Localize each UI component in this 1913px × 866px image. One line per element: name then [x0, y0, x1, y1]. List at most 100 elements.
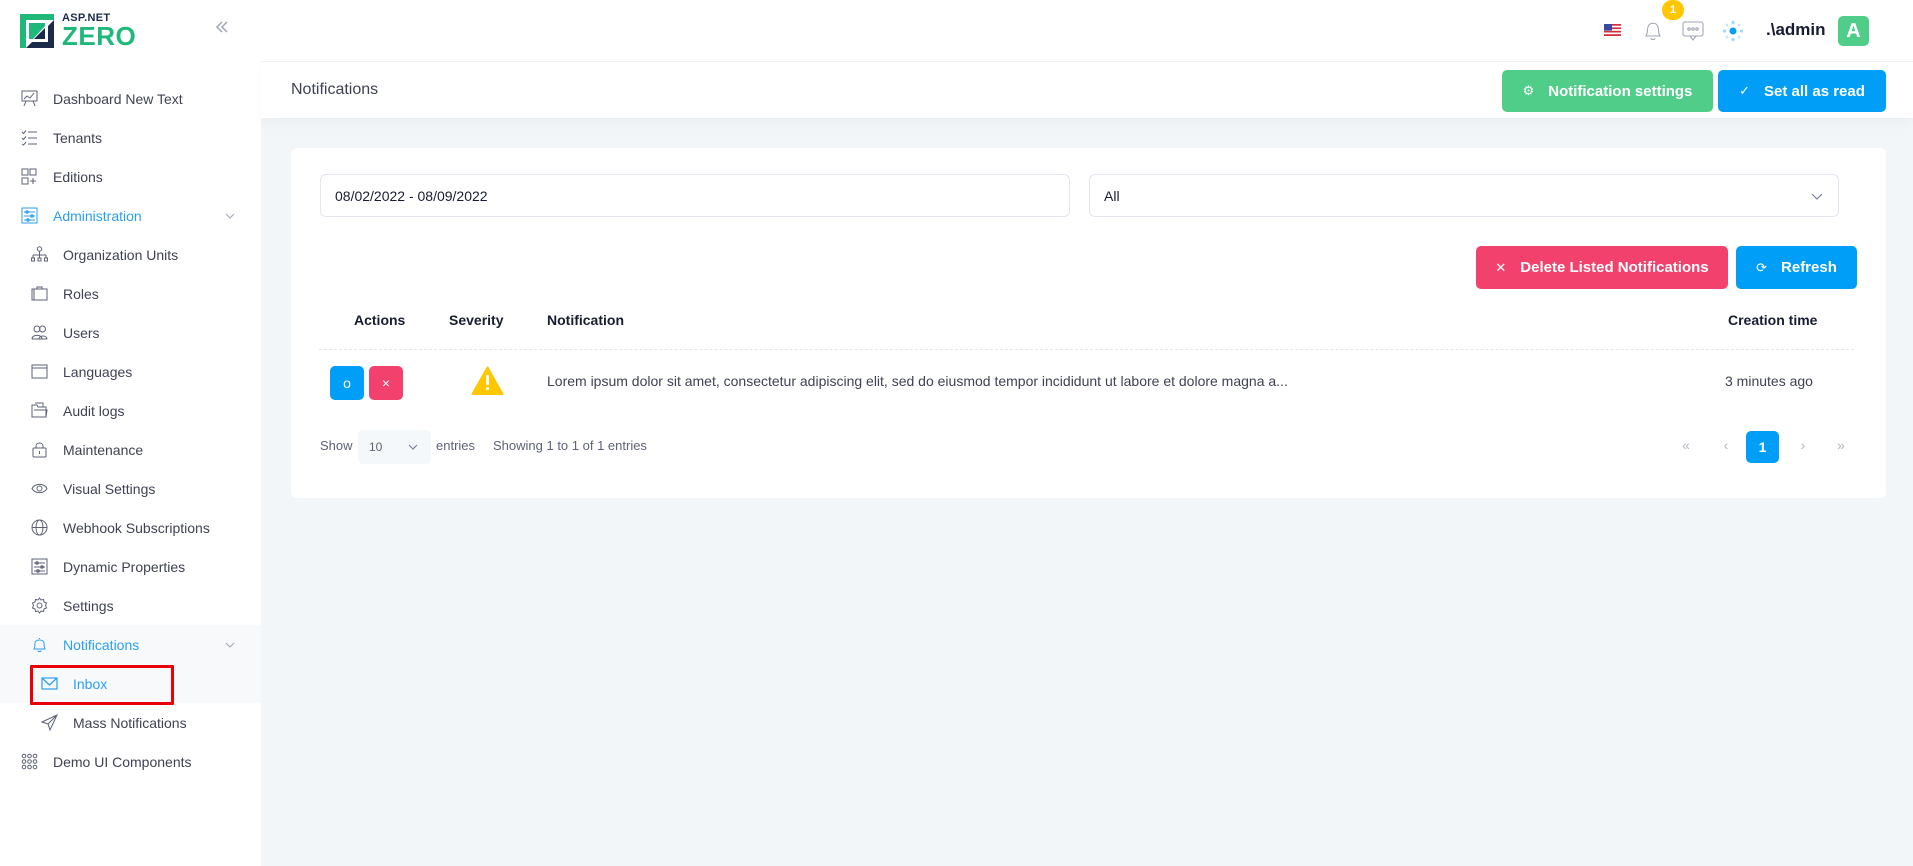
dots-grid-icon: [20, 753, 38, 771]
close-icon: ✕: [1495, 259, 1507, 275]
sidebar-item-dynamic-properties[interactable]: Dynamic Properties: [0, 547, 261, 586]
sidebar-item-visual-settings[interactable]: Visual Settings: [0, 469, 261, 508]
column-header-creation-time[interactable]: Creation time: [1728, 312, 1817, 328]
chevron-down-icon: [225, 213, 235, 219]
sidebar-item-label: Audit logs: [63, 402, 125, 419]
checklist-icon: [20, 129, 38, 147]
sliders-icon: [20, 207, 38, 225]
first-page-button[interactable]: «: [1676, 437, 1696, 453]
us-flag-icon[interactable]: [1604, 23, 1621, 41]
paper-plane-icon: [40, 714, 58, 732]
bell-icon[interactable]: [1643, 19, 1663, 46]
chevron-down-icon: [1811, 193, 1823, 200]
refresh-label: Refresh: [1781, 259, 1837, 276]
sidebar-item-label: Settings: [63, 597, 114, 614]
delete-listed-notifications-button[interactable]: ✕ Delete Listed Notifications: [1476, 246, 1728, 289]
table-divider: [319, 349, 1854, 350]
sliders-icon: [30, 558, 48, 576]
previous-page-button[interactable]: ‹: [1716, 437, 1736, 453]
sidebar-item-label: Tenants: [53, 129, 103, 146]
logo[interactable]: ASP.NET ZERO: [20, 13, 136, 49]
theme-loader-icon[interactable]: [1722, 20, 1744, 47]
sidebar-item-notifications[interactable]: Notifications: [0, 625, 261, 664]
sidebar-item-roles[interactable]: Roles: [0, 274, 261, 313]
eye-icon: [30, 480, 48, 498]
sidebar-item-label: Webhook Subscriptions: [63, 519, 210, 536]
chevron-down-icon: [408, 444, 418, 450]
sidebar-menu: Dashboard New Text Tenants Editions Admi…: [0, 79, 261, 781]
sidebar-item-maintenance[interactable]: Maintenance: [0, 430, 261, 469]
gear-icon: ⚙: [1522, 83, 1535, 98]
sidebar-item-inbox[interactable]: Inbox: [0, 664, 261, 703]
sidebar-item-administration[interactable]: Administration: [0, 196, 261, 235]
refresh-icon: ⟳: [1756, 259, 1768, 275]
briefcase-icon: [30, 285, 48, 303]
sidebar-item-webhook-subscriptions[interactable]: Webhook Subscriptions: [0, 508, 261, 547]
sidebar-item-audit-logs[interactable]: Audit logs: [0, 391, 261, 430]
set-all-as-read-button[interactable]: ✓ Set all as read: [1718, 70, 1886, 112]
sidebar-item-organization-units[interactable]: Organization Units: [0, 235, 261, 274]
envelope-icon: [40, 675, 58, 693]
logo-mark-icon: [20, 14, 54, 48]
sidebar-item-label: Roles: [63, 285, 99, 302]
column-header-actions: Actions: [354, 312, 406, 328]
last-page-button[interactable]: »: [1831, 437, 1851, 453]
notification-settings-button[interactable]: ⚙ Notification settings: [1502, 70, 1713, 112]
gear-icon: [30, 597, 48, 615]
sidebar-item-label: Visual Settings: [63, 480, 156, 497]
username[interactable]: .\admin: [1766, 20, 1826, 40]
next-page-button[interactable]: ›: [1793, 437, 1813, 453]
double-chevron-left-icon[interactable]: [214, 18, 234, 38]
bell-icon: [30, 636, 48, 654]
delete-listed-notifications-label: Delete Listed Notifications: [1520, 259, 1709, 276]
chevron-down-icon: [225, 642, 235, 648]
show-label: Show: [320, 438, 353, 453]
logo-big-text: ZERO: [62, 21, 137, 51]
notification-count-badge: 1: [1662, 0, 1684, 20]
sidebar-item-settings[interactable]: Settings: [0, 586, 261, 625]
logo-text: ASP.NET ZERO: [62, 13, 137, 51]
state-select-value: All: [1104, 187, 1120, 204]
window-icon: [30, 363, 48, 381]
globe-icon: [30, 519, 48, 537]
page-size-value: 10: [369, 440, 383, 454]
lock-icon: [30, 441, 48, 459]
state-select[interactable]: All: [1089, 174, 1839, 217]
sidebar-item-tenants[interactable]: Tenants: [0, 118, 261, 157]
date-range-input[interactable]: 08/02/2022 - 08/09/2022: [320, 174, 1070, 217]
sidebar-item-label: Administration: [53, 207, 142, 224]
avatar[interactable]: A: [1838, 16, 1869, 46]
sitemap-icon: [30, 246, 48, 264]
chat-icon[interactable]: [1682, 20, 1704, 47]
refresh-button[interactable]: ⟳ Refresh: [1736, 246, 1857, 289]
page-1-button[interactable]: 1: [1746, 431, 1779, 463]
column-header-severity: Severity: [449, 312, 504, 328]
users-icon: [30, 324, 48, 342]
chart-board-icon: [20, 90, 38, 108]
warning-icon: [471, 366, 504, 395]
mark-as-read-button[interactable]: o: [330, 366, 364, 400]
sidebar-item-users[interactable]: Users: [0, 313, 261, 352]
page-title: Notifications: [291, 81, 379, 98]
delete-notification-button[interactable]: ×: [369, 366, 403, 400]
pagination-info: Showing 1 to 1 of 1 entries: [493, 438, 647, 453]
sidebar-item-demo-ui-components[interactable]: Demo UI Components: [0, 742, 261, 781]
notification-text[interactable]: Lorem ipsum dolor sit amet, consectetur …: [547, 373, 1288, 389]
set-all-as-read-label: Set all as read: [1764, 82, 1865, 100]
sidebar-item-mass-notifications[interactable]: Mass Notifications: [0, 703, 261, 742]
sidebar: ASP.NET ZERO Dashboard New Text Tenants …: [0, 0, 261, 866]
folder-icon: [30, 402, 48, 420]
check-icon: ✓: [1739, 83, 1750, 98]
sidebar-item-dashboard[interactable]: Dashboard New Text: [0, 79, 261, 118]
brand: ASP.NET ZERO: [0, 0, 261, 62]
sidebar-item-label: Inbox: [73, 675, 108, 692]
notification-settings-label: Notification settings: [1548, 82, 1693, 100]
creation-time: 3 minutes ago: [1725, 373, 1813, 389]
page-size-select[interactable]: 10: [358, 430, 431, 464]
notifications-group: Notifications Inbox: [0, 625, 261, 703]
entries-label: entries: [436, 438, 476, 453]
sidebar-item-languages[interactable]: Languages: [0, 352, 261, 391]
sidebar-item-label: Dashboard New Text: [53, 90, 183, 107]
sidebar-item-editions[interactable]: Editions: [0, 157, 261, 196]
sidebar-item-label: Editions: [53, 168, 103, 185]
